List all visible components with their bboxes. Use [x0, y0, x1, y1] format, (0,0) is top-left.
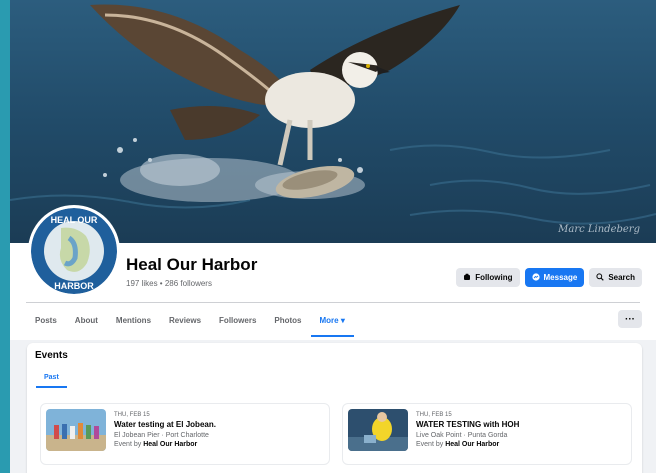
tab-reviews[interactable]: Reviews [160, 305, 210, 335]
event-host: Event by Heal Our Harbor [416, 441, 500, 448]
heal-our-harbor-logo: HEAL OUR HARBOR [31, 208, 117, 294]
event-date: THU, FEB 15 [416, 412, 452, 418]
search-button[interactable]: Search [589, 268, 642, 287]
following-label: Following [475, 273, 513, 282]
event-title[interactable]: Water testing at El Jobean. [114, 420, 216, 429]
more-options-button[interactable]: ··· [618, 310, 642, 328]
search-label: Search [608, 273, 635, 282]
following-button[interactable]: Following [456, 268, 520, 287]
event-location: Live Oak Point · Punta Gorda [416, 432, 508, 439]
page-title: Heal Our Harbor [126, 255, 258, 274]
tab-about[interactable]: About [66, 305, 107, 335]
event-date: THU, FEB 15 [114, 412, 150, 418]
osprey-cover-image [10, 0, 656, 243]
messenger-icon [531, 272, 540, 283]
message-label: Message [543, 273, 578, 282]
events-title: Events [35, 350, 68, 361]
event-host: Event by Heal Our Harbor [114, 441, 198, 448]
event-title[interactable]: WATER TESTING with HOH [416, 420, 519, 429]
tab-followers[interactable]: Followers [210, 305, 265, 335]
photo-credit: Marc Lindeberg [558, 224, 640, 235]
tab-photos[interactable]: Photos [265, 305, 310, 335]
search-icon [596, 272, 605, 283]
cover-photo[interactable]: Marc Lindeberg [10, 0, 656, 243]
event-thumbnail [46, 409, 106, 451]
tab-mentions[interactable]: Mentions [107, 305, 160, 335]
logo-text-top: HEAL OUR [51, 215, 98, 225]
tab-past-events[interactable]: Past [36, 371, 67, 388]
page-stats[interactable]: 197 likes • 286 followers [126, 279, 212, 288]
message-button[interactable]: Message [524, 268, 585, 287]
event-thumbnail [348, 409, 408, 451]
following-icon [463, 273, 471, 283]
facebook-page-frame: Marc Lindeberg HEAL OUR HARBOR Heal Our … [10, 0, 656, 473]
tab-more[interactable]: More ▾ [310, 305, 355, 337]
page-avatar[interactable]: HEAL OUR HARBOR [28, 205, 120, 297]
event-location: El Jobean Pier · Port Charlotte [114, 432, 209, 439]
event-card[interactable]: THU, FEB 15 Water testing at El Jobean. … [40, 403, 330, 465]
header-divider [26, 302, 640, 303]
logo-text-bottom: HARBOR [54, 281, 94, 291]
event-card[interactable]: THU, FEB 15 WATER TESTING with HOH Live … [342, 403, 632, 465]
page-actions: Following Message Search [456, 268, 642, 287]
events-section: Events Past THU, FEB 15 Water testing at… [27, 343, 642, 473]
tab-posts[interactable]: Posts [26, 305, 66, 335]
page-tabs: Posts About Mentions Reviews Followers P… [26, 305, 355, 337]
